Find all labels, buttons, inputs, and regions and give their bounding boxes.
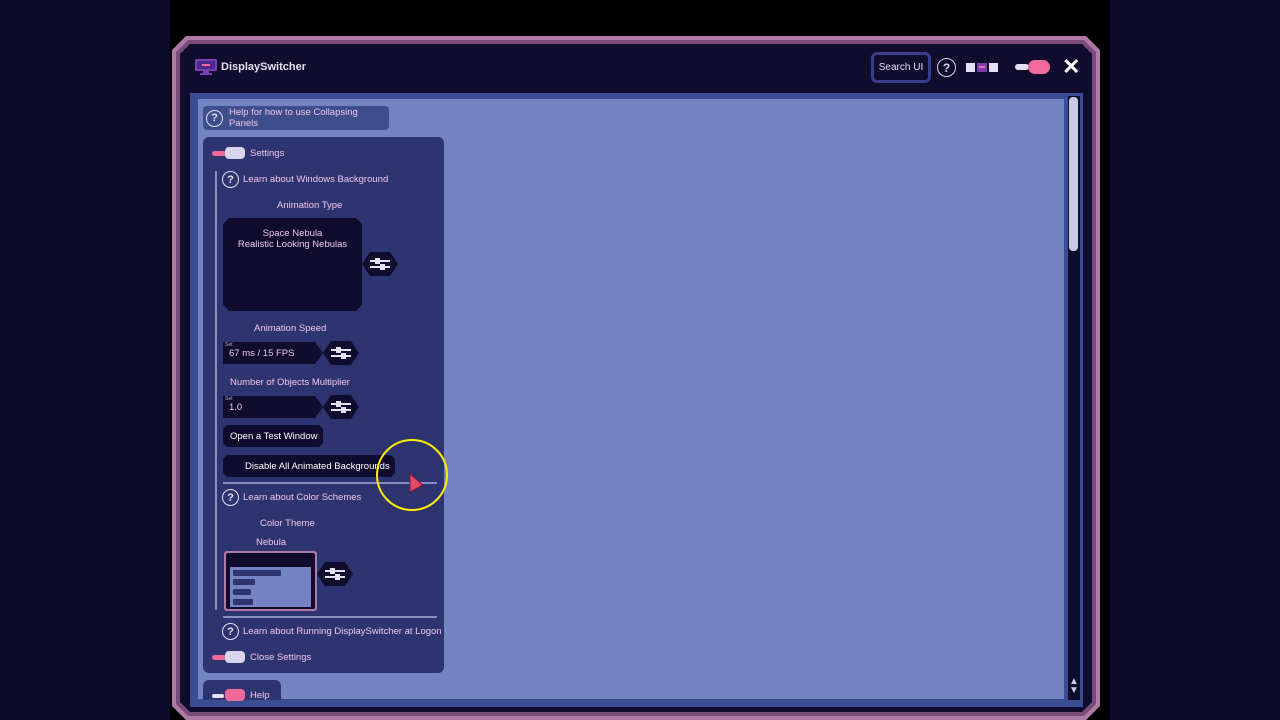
section-divider: [223, 616, 437, 618]
collapsing-panels-help-label: Help for how to use Collapsing Panels: [228, 107, 358, 129]
slider-settings-icon: [331, 401, 351, 413]
animation-speed-label: Animation Speed: [254, 323, 327, 334]
learn-color-schemes-link[interactable]: ? Learn about Color Schemes: [222, 489, 361, 506]
settings-vertical-divider: [215, 171, 217, 610]
slider-settings-icon: [331, 347, 351, 359]
slider-settings-icon: [370, 258, 390, 270]
scrollbar-thumb[interactable]: [1069, 97, 1078, 251]
animation-type-description: Realistic Looking Nebulas: [237, 239, 348, 250]
settings-panel-title: Settings: [250, 148, 285, 159]
color-theme-value: Nebula: [256, 537, 287, 548]
color-theme-label: Color Theme: [260, 518, 315, 529]
search-ui-button[interactable]: Search UI: [871, 52, 931, 83]
scroll-arrows-icon[interactable]: ▲ ▼: [1069, 677, 1079, 697]
objects-multiplier-field[interactable]: Set 1.0: [223, 396, 323, 418]
help-icon[interactable]: ?: [937, 58, 956, 77]
objects-multiplier-value: 1.0: [229, 402, 243, 413]
collapsing-panels-help-button[interactable]: ? Help for how to use Collapsing Panels: [203, 106, 389, 130]
help-icon: ?: [206, 109, 223, 127]
app-monitor-icon: [195, 59, 217, 75]
open-test-window-button[interactable]: Open a Test Window: [223, 425, 323, 447]
mouse-cursor-icon: [409, 472, 424, 493]
monitor-layout-icon[interactable]: [966, 62, 1000, 74]
help-panel-title[interactable]: Help: [250, 690, 270, 701]
disable-animated-backgrounds-button[interactable]: Disable All Animated Backgrounds: [223, 455, 395, 477]
settings-toggle-icon[interactable]: [212, 146, 246, 160]
learn-logon-link[interactable]: ? Learn about Running DisplaySwitcher at…: [222, 623, 442, 640]
animation-type-name: Space Nebula: [262, 228, 323, 239]
color-theme-preview[interactable]: [224, 551, 317, 611]
animation-speed-field[interactable]: Set 67 ms / 15 FPS: [223, 342, 323, 364]
theme-toggle-icon[interactable]: [1015, 60, 1051, 74]
slider-settings-icon: [325, 568, 345, 580]
close-settings-toggle-icon[interactable]: [212, 650, 246, 664]
close-settings-label[interactable]: Close Settings: [250, 652, 311, 663]
help-toggle-icon[interactable]: [212, 688, 246, 702]
learn-windows-background-link[interactable]: ? Learn about Windows Background: [222, 171, 388, 188]
close-icon[interactable]: ✕: [1062, 56, 1080, 78]
app-title: DisplaySwitcher: [221, 61, 306, 73]
animation-speed-value: 67 ms / 15 FPS: [229, 348, 295, 359]
animation-type-label: Animation Type: [277, 200, 343, 211]
help-icon: ?: [222, 171, 239, 188]
help-icon: ?: [222, 489, 239, 506]
help-icon: ?: [222, 623, 239, 640]
animation-type-selector[interactable]: Space Nebula Realistic Looking Nebulas: [223, 218, 362, 311]
objects-multiplier-label: Number of Objects Multiplier: [230, 377, 350, 388]
